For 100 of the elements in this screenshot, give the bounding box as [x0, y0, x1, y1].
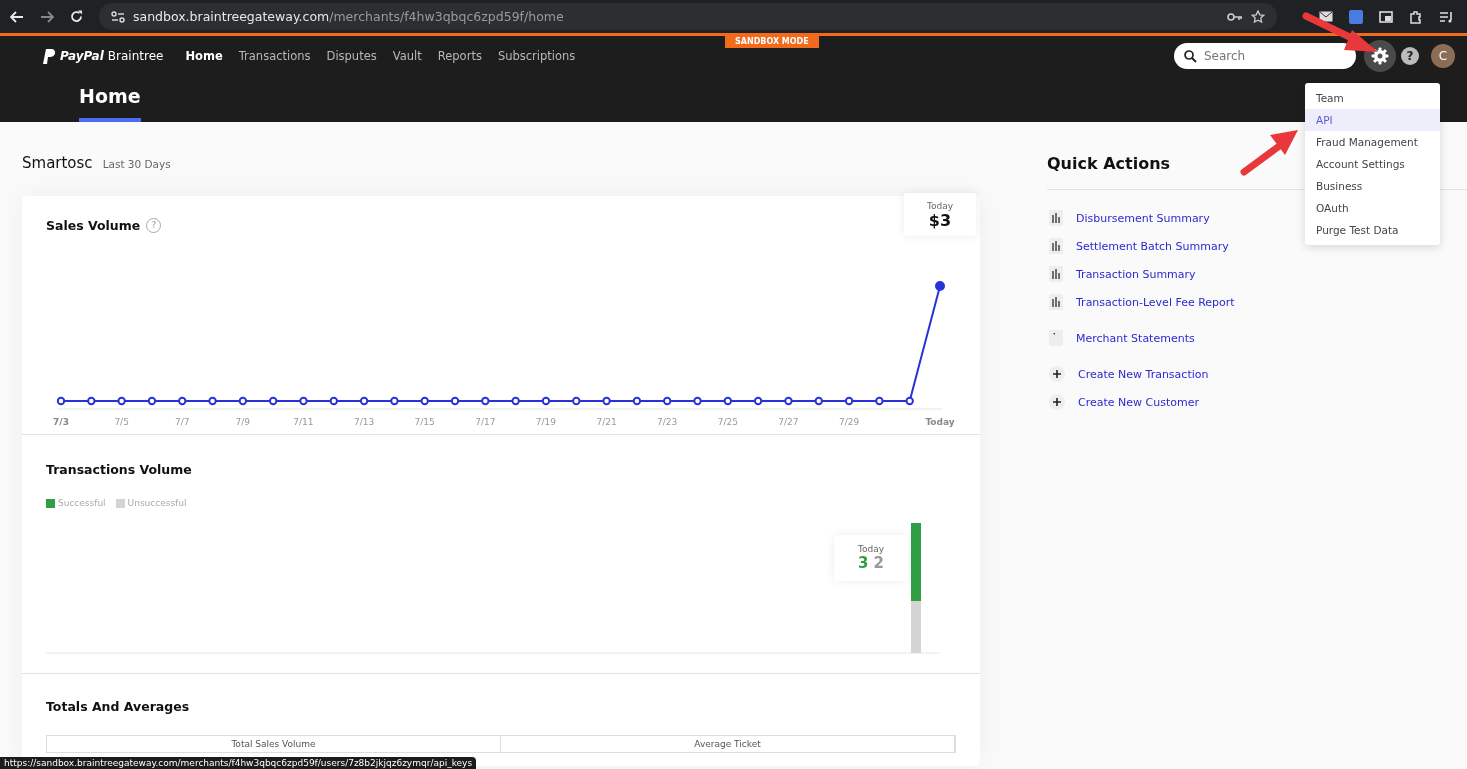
extensions-icon[interactable]: [1409, 9, 1423, 24]
quick-action-link[interactable]: Transaction-Level Fee Report: [1076, 295, 1235, 309]
brand-logo[interactable]: PayPal Braintree: [43, 48, 164, 64]
forward-icon[interactable]: [40, 10, 54, 23]
axis-label: 7/27: [778, 417, 799, 427]
menu-item[interactable]: API: [1305, 109, 1440, 131]
data-point: [208, 396, 217, 406]
data-point: [147, 396, 157, 406]
window-icon[interactable]: [1379, 10, 1393, 23]
data-point: [481, 396, 490, 406]
data-point: [602, 396, 611, 406]
address-bar[interactable]: sandbox.braintreegateway.com/merchants/f4hw3qbqc6zpd59f/home: [99, 3, 1277, 30]
menu-item[interactable]: Purge Test Data: [1305, 219, 1440, 241]
quick-action-link[interactable]: Create New Customer: [1078, 395, 1199, 409]
data-point: [299, 396, 308, 406]
tooltip-value: $3: [928, 211, 952, 230]
star-icon: [1251, 9, 1265, 24]
quick-action-link[interactable]: Settlement Batch Summary: [1076, 239, 1229, 253]
merchant-name: Smartosc: [22, 154, 93, 172]
nav-tab[interactable]: Subscriptions: [497, 49, 576, 63]
axis-label: 7/23: [657, 417, 678, 427]
axis-label: 7/3: [53, 417, 69, 427]
data-point: [753, 396, 763, 406]
document-icon: [1049, 330, 1063, 346]
data-point: [844, 396, 854, 406]
search-icon: [1184, 50, 1197, 63]
tooltip-value: 2: [873, 554, 884, 572]
data-point: [56, 396, 66, 406]
plus-icon: [1049, 394, 1065, 410]
data-point: [511, 396, 520, 406]
reload-icon[interactable]: [70, 10, 83, 23]
settings-button[interactable]: [1364, 40, 1396, 72]
mail-icon[interactable]: [1319, 11, 1333, 22]
quick-action-link[interactable]: Create New Transaction: [1078, 367, 1209, 381]
nav-tab[interactable]: Reports: [437, 49, 482, 63]
quick-action-link[interactable]: Merchant Statements: [1076, 331, 1195, 345]
report-icon: [1049, 266, 1063, 282]
menu-item[interactable]: Team: [1305, 87, 1440, 109]
menu-item[interactable]: Account Settings: [1305, 153, 1440, 175]
data-point: [784, 396, 793, 406]
data-point: [359, 396, 369, 406]
page-title: Home: [79, 84, 141, 122]
data-point: [935, 281, 945, 291]
section-title: Totals And Averages: [46, 699, 190, 714]
axis-label: 7/9: [235, 417, 251, 427]
menu-item[interactable]: OAuth: [1305, 197, 1440, 219]
data-point: [450, 396, 460, 406]
axis-label: 7/17: [475, 417, 496, 427]
column-header: Average Ticket: [501, 736, 955, 752]
tooltip-label: Today: [858, 544, 884, 554]
data-point: [814, 396, 823, 406]
axis-label: 7/5: [114, 417, 129, 427]
data-point: [693, 396, 702, 406]
legend-label: Successful: [58, 498, 106, 508]
data-point: [632, 396, 642, 406]
avatar[interactable]: C: [1431, 44, 1455, 68]
report-icon: [1049, 210, 1063, 226]
chart-title: Transactions Volume: [46, 462, 192, 477]
axis-label: 7/13: [354, 417, 375, 427]
chart-title: Sales Volume: [46, 218, 141, 233]
quick-action-link[interactable]: Disbursement Summary: [1076, 211, 1210, 225]
menu-item[interactable]: Fraud Management: [1305, 131, 1440, 153]
column-header: Total Sales Volume: [47, 736, 501, 752]
back-icon[interactable]: [10, 10, 24, 23]
data-point: [87, 396, 96, 406]
data-point: [663, 396, 672, 406]
tooltip-value: 3: [858, 554, 869, 572]
data-point: [572, 396, 581, 406]
data-point: [117, 396, 126, 406]
annotation-arrow: [1240, 130, 1298, 176]
translate-icon[interactable]: [1349, 9, 1363, 24]
legend-label: Unsuccessful: [127, 498, 187, 508]
quick-action-link[interactable]: Transaction Summary: [1076, 267, 1196, 281]
search-field[interactable]: Search: [1174, 43, 1356, 69]
data-point: [875, 396, 884, 406]
axis-label: 7/11: [293, 417, 314, 427]
data-point: [390, 396, 399, 406]
data-point: [420, 396, 429, 406]
report-icon: [1049, 238, 1063, 254]
nav-tab[interactable]: Disputes: [326, 49, 377, 63]
axis-label: 7/29: [838, 417, 860, 427]
data-point: [905, 396, 914, 406]
nav-tab[interactable]: Home: [185, 49, 223, 63]
axis-label: 7/21: [596, 417, 617, 427]
status-bar-url: https://sandbox.braintreegateway.com/merchants/f4hw3qbqc6zpd59f/users/7z8b2jkjqz6zymqr/api_keys: [0, 757, 477, 769]
nav-tab[interactable]: Vault: [392, 49, 422, 63]
data-point: [238, 396, 248, 406]
nav-tab[interactable]: Transactions: [238, 49, 311, 63]
data-point: [329, 396, 338, 406]
data-point: [268, 396, 278, 406]
data-point: [541, 396, 551, 406]
axis-label: 7/15: [414, 417, 435, 427]
menu-item[interactable]: Business: [1305, 175, 1440, 197]
key-icon: [1227, 11, 1243, 22]
tooltip-label: Today: [927, 201, 953, 211]
axis-label: Today: [925, 417, 955, 427]
media-icon[interactable]: [1439, 10, 1455, 23]
help-button[interactable]: ?: [1401, 47, 1419, 65]
report-icon: [1049, 294, 1063, 310]
data-point: [178, 396, 187, 406]
